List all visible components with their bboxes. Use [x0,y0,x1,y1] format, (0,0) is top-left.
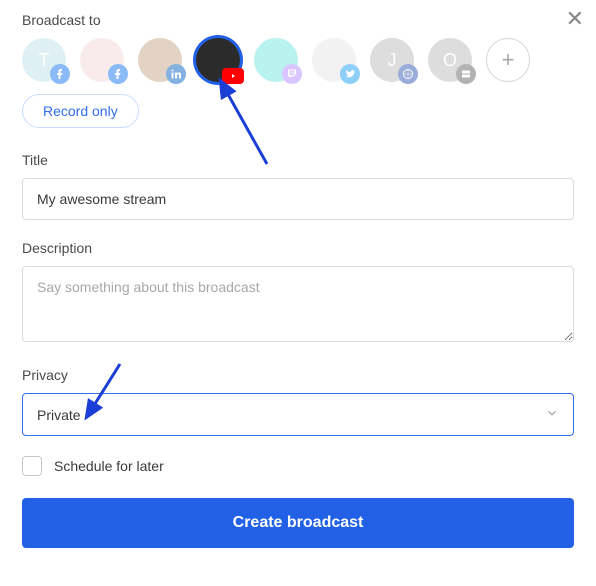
dest-t-facebook[interactable]: T [22,38,66,82]
facebook-icon [50,64,70,84]
create-broadcast-button[interactable]: Create broadcast [22,498,574,548]
plus-icon: + [502,47,515,73]
dest-twitch[interactable] [254,38,298,82]
dest-youtube[interactable] [196,38,240,82]
add-destination-button[interactable]: + [486,38,530,82]
schedule-checkbox[interactable] [22,456,42,476]
title-label: Title [22,152,574,168]
dest-linkedin[interactable] [138,38,182,82]
schedule-label: Schedule for later [54,458,164,474]
broadcast-to-label: Broadcast to [22,12,574,28]
chevron-down-icon [545,406,559,423]
server-icon [456,64,476,84]
close-icon[interactable]: ✕ [566,8,584,30]
destination-list: T JO + [22,38,574,82]
twitch-icon [282,64,302,84]
description-label: Description [22,240,574,256]
dest-j[interactable]: J [370,38,414,82]
privacy-select[interactable]: Private [22,393,574,436]
privacy-value: Private [37,407,81,423]
youtube-icon [222,68,244,84]
dest-fb2[interactable] [80,38,124,82]
dest-o[interactable]: O [428,38,472,82]
facebook-icon [108,64,128,84]
generic-icon [398,64,418,84]
privacy-label: Privacy [22,367,574,383]
twitter-icon [340,64,360,84]
linkedin-icon [166,64,186,84]
record-only-button[interactable]: Record only [22,94,139,128]
title-input[interactable] [22,178,574,220]
dest-twitter[interactable] [312,38,356,82]
description-input[interactable] [22,266,574,342]
